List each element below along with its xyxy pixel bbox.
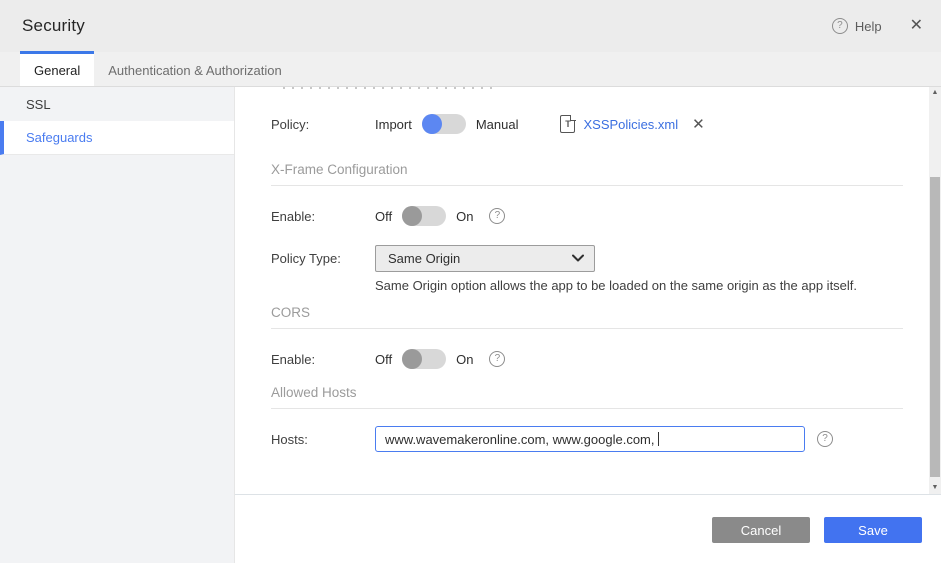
xframe-enable-toggle[interactable] [402, 206, 447, 226]
hosts-label: Hosts: [271, 431, 308, 447]
remove-file-icon[interactable]: ✕ [692, 115, 705, 133]
policy-type-value: Same Origin [388, 250, 461, 266]
cors-enable-toggle[interactable] [402, 349, 447, 369]
xframe-on-label: On [456, 208, 474, 224]
cors-enable-row: Enable: Off On ? [271, 345, 941, 373]
xml-file-icon: T [560, 114, 576, 133]
policy-toggle-group: Import Manual [375, 114, 518, 134]
hosts-input-value: www.wavemakeronline.com, www.google.com, [385, 431, 655, 447]
xframe-off-label: Off [375, 208, 393, 224]
xframe-enable-row: Enable: Off On ? [271, 202, 941, 230]
help-label: Help [854, 18, 882, 34]
text-cursor [657, 432, 659, 446]
xss-policies-file-link[interactable]: XSSPolicies.xml [583, 117, 678, 132]
tab-bar: General Authentication & Authorization [0, 51, 941, 87]
policy-type-row: Policy Type: Same Origin [271, 244, 941, 272]
policy-import-manual-toggle[interactable] [421, 114, 466, 134]
xframe-section-title: X-Frame Configuration [271, 162, 408, 177]
cors-enable-toggle-group: Off On ? [375, 349, 506, 369]
cors-enable-label: Enable: [271, 351, 316, 367]
page-title: Security [22, 16, 86, 35]
policy-type-helper-text: Same Origin option allows the app to be … [375, 278, 858, 293]
vertical-scrollbar[interactable]: ▲ ▼ [929, 87, 941, 494]
toggle-knob [421, 114, 442, 134]
save-button[interactable]: Save [824, 517, 922, 543]
clipped-scrolled-text [283, 87, 493, 92]
policy-type-label: Policy Type: [271, 250, 341, 266]
close-icon[interactable]: ✕ [910, 18, 923, 34]
divider [271, 328, 903, 329]
dialog-body: SSL Safeguards Policy: Import Manual T X… [0, 87, 941, 563]
dialog-footer: Cancel Save [235, 494, 941, 563]
cors-on-label: On [456, 351, 474, 367]
hosts-row: Hosts: www.wavemakeronline.com, www.goog… [271, 425, 941, 453]
cors-section-title: CORS [271, 305, 311, 320]
tab-authentication-authorization[interactable]: Authentication & Authorization [94, 51, 295, 86]
policy-label: Policy: [271, 116, 310, 132]
cancel-button[interactable]: Cancel [712, 517, 810, 543]
header-actions: ? Help ✕ [831, 18, 923, 34]
sidebar-item-ssl[interactable]: SSL [0, 87, 234, 121]
policy-row: Policy: Import Manual T XSSPolicies.xml … [271, 110, 941, 138]
toggle-knob [402, 349, 423, 369]
xframe-enable-toggle-group: Off On ? [375, 206, 506, 226]
allowed-hosts-section-title: Allowed Hosts [271, 385, 357, 400]
help-icon: ? [831, 18, 848, 34]
cors-enable-help-icon[interactable]: ? [489, 351, 506, 367]
toggle-knob [402, 206, 423, 226]
content-pane: Policy: Import Manual T XSSPolicies.xml … [235, 87, 941, 563]
scroll-down-icon[interactable]: ▼ [929, 482, 941, 494]
tab-general[interactable]: General [20, 51, 95, 86]
scrollbar-thumb[interactable] [930, 177, 940, 477]
policy-manual-label: Manual [475, 116, 519, 132]
hosts-help-icon[interactable]: ? [817, 431, 833, 447]
chevron-down-icon [572, 254, 584, 262]
policy-type-select[interactable]: Same Origin [375, 244, 595, 272]
help-button[interactable]: ? Help [831, 18, 882, 34]
policy-import-label: Import [375, 116, 412, 132]
xframe-enable-label: Enable: [271, 208, 316, 224]
sidebar-item-safeguards[interactable]: Safeguards [0, 121, 234, 155]
divider [271, 185, 903, 186]
hosts-input[interactable]: www.wavemakeronline.com, www.google.com, [375, 426, 805, 452]
sidebar: SSL Safeguards [0, 87, 235, 563]
policy-file-chip: T XSSPolicies.xml ✕ [560, 114, 705, 133]
divider [271, 408, 903, 409]
dialog-header: Security ? Help ✕ [0, 0, 941, 52]
cors-off-label: Off [375, 351, 393, 367]
file-letter: T [565, 119, 571, 129]
scroll-up-icon[interactable]: ▲ [929, 87, 941, 99]
xframe-enable-help-icon[interactable]: ? [489, 208, 506, 224]
form-scroll-area: Policy: Import Manual T XSSPolicies.xml … [235, 87, 941, 494]
